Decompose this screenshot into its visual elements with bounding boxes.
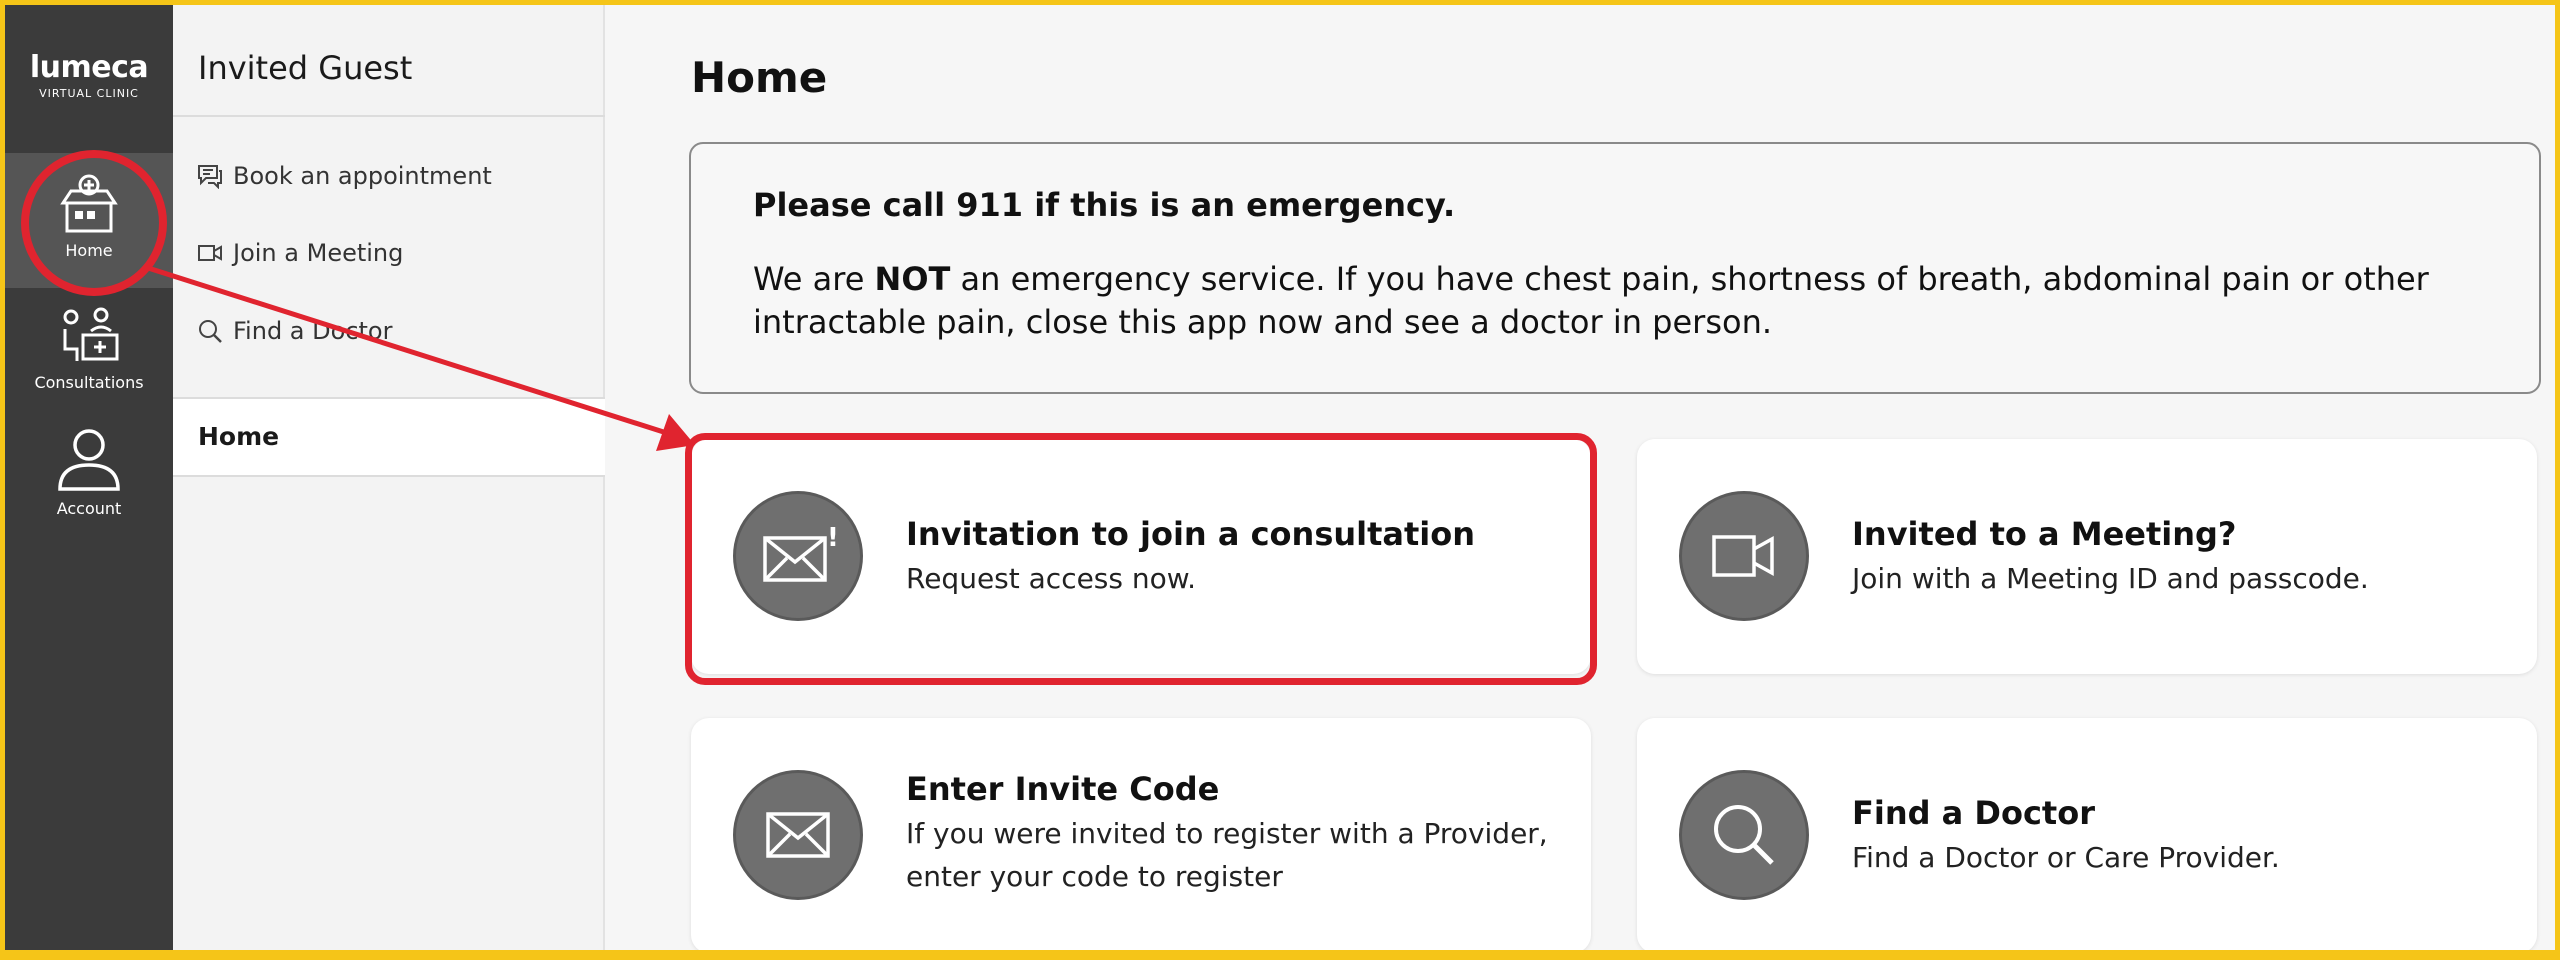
home-icon — [60, 174, 118, 233]
notice-body-prefix: We are — [753, 260, 875, 298]
card-find-doctor[interactable]: Find a Doctor Find a Doctor or Care Prov… — [1637, 718, 2537, 950]
emergency-notice: Please call 911 if this is an emergency.… — [689, 142, 2541, 394]
logo-subtitle: VIRTUAL CLINIC — [39, 87, 139, 100]
menu-link-label: Book an appointment — [233, 162, 492, 190]
rail-label-consultations: Consultations — [34, 373, 144, 392]
video-icon — [1712, 535, 1774, 577]
card-icon-circle — [1679, 491, 1809, 621]
card-subtitle: If you were invited to register with a P… — [906, 817, 1548, 893]
card-text: Enter Invite Code If you were invited to… — [906, 770, 1566, 898]
card-enter-invite-code[interactable]: Enter Invite Code If you were invited to… — [691, 718, 1591, 950]
rail-label-account: Account — [56, 499, 122, 518]
app-window: lumeca VIRTUAL CLINIC Home Consultations… — [5, 5, 2555, 950]
chat-icon — [198, 165, 222, 189]
notice-body: We are NOT an emergency service. If you … — [753, 258, 2493, 344]
card-text: Invited to a Meeting? Join with a Meetin… — [1852, 515, 2369, 600]
search-icon — [199, 320, 222, 343]
consultations-icon — [63, 307, 119, 361]
menu-link-label: Find a Doctor — [233, 317, 393, 345]
account-icon — [58, 429, 120, 491]
logo: lumeca VIRTUAL CLINIC — [5, 50, 173, 100]
logo-brand: lumeca — [29, 50, 149, 85]
card-subtitle: Request access now. — [906, 562, 1196, 595]
video-icon — [198, 245, 222, 261]
card-subtitle: Join with a Meeting ID and passcode. — [1852, 562, 2369, 595]
card-title: Invited to a Meeting? — [1852, 515, 2237, 553]
card-text: Find a Doctor Find a Doctor or Care Prov… — [1852, 794, 2280, 879]
card-invited-meeting[interactable]: Invited to a Meeting? Join with a Meetin… — [1637, 439, 2537, 674]
card-subtitle: Find a Doctor or Care Provider. — [1852, 841, 2280, 874]
mail-alert-icon: ! — [763, 523, 839, 582]
menu-link-join-meeting[interactable]: Join a Meeting — [197, 239, 403, 267]
card-text: Invitation to join a consultation Reques… — [906, 515, 1475, 600]
page-title: Home — [691, 53, 828, 102]
rail-item-home[interactable]: Home — [5, 153, 173, 288]
menu-item-home-active[interactable]: Home — [173, 397, 605, 477]
menu-link-label: Join a Meeting — [233, 239, 404, 267]
sidebar-rail: lumeca VIRTUAL CLINIC Home Consultations… — [5, 5, 173, 950]
card-title: Find a Doctor — [1852, 794, 2095, 832]
notice-title: Please call 911 if this is an emergency. — [753, 186, 1456, 224]
rail-label-home: Home — [65, 241, 113, 260]
menu-title: Invited Guest — [198, 49, 413, 87]
card-invitation-consultation[interactable]: ! Invitation to join a consultation Requ… — [691, 439, 1591, 674]
card-icon-circle: ! — [733, 491, 863, 621]
rail-item-consultations[interactable]: Consultations — [5, 305, 173, 405]
card-icon-circle — [733, 770, 863, 900]
card-icon-circle — [1679, 770, 1809, 900]
menu-link-find-doctor[interactable]: Find a Doctor — [197, 317, 392, 345]
secondary-menu: Invited Guest Book an appointment Join a… — [173, 5, 605, 950]
notice-body-bold: NOT — [874, 260, 951, 298]
notice-body-suffix: an emergency service. If you have chest … — [753, 260, 2429, 341]
menu-divider — [173, 115, 605, 117]
card-title: Invitation to join a consultation — [906, 515, 1476, 553]
card-title: Enter Invite Code — [906, 770, 1220, 808]
rail-item-account[interactable]: Account — [5, 425, 173, 535]
mail-icon — [766, 812, 830, 858]
search-icon — [1714, 805, 1774, 865]
menu-link-book-appointment[interactable]: Book an appointment — [197, 162, 492, 190]
svg-text:!: ! — [827, 523, 839, 553]
